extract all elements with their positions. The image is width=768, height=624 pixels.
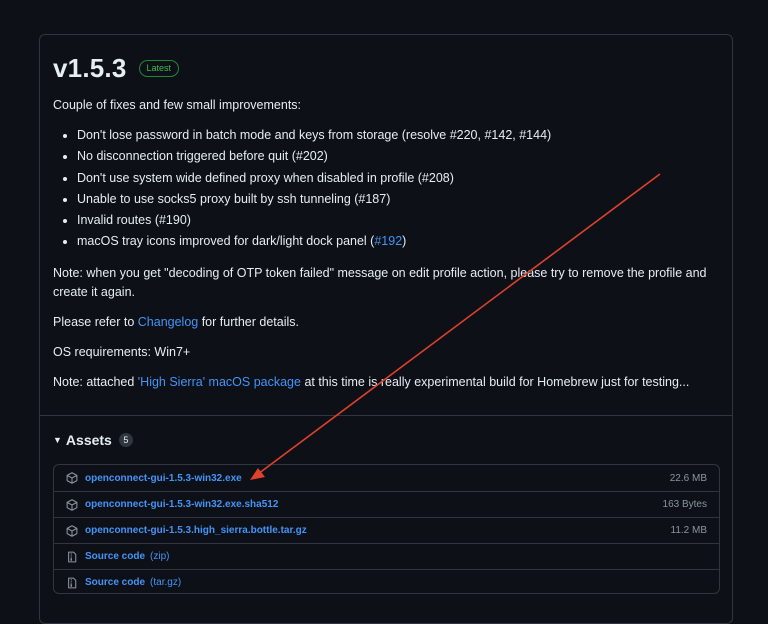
assets-count: 5 — [118, 433, 133, 447]
asset-size: 11.2 MB — [670, 525, 708, 536]
asset-row: Source code (zip) — [54, 543, 719, 569]
change-item: No disconnection triggered before quit (… — [53, 146, 713, 167]
release-card: v1.5.3 Latest Couple of fixes and few sm… — [39, 34, 733, 624]
release-intro: Couple of fixes and few small improvemen… — [53, 98, 302, 112]
asset-row: openconnect-gui-1.5.3-win32.exe 22.6 MB — [54, 465, 719, 491]
latest-badge: Latest — [138, 60, 180, 77]
change-list: Don't lose password in batch mode and ke… — [53, 125, 713, 253]
change-item: Don't use system wide defined proxy when… — [53, 168, 713, 189]
change-item: macOS tray icons improved for dark/light… — [53, 231, 713, 252]
otp-note: Note: when you get "decoding of OTP toke… — [53, 266, 707, 299]
asset-size: 22.6 MB — [669, 472, 707, 484]
release-version[interactable]: v1.5.3 — [53, 53, 127, 84]
asset-link[interactable]: openconnect-gui-1.5.3.high_sierra.bottle… — [85, 525, 307, 536]
high-sierra-note: Note: attached 'High Sierra' macOS packa… — [53, 375, 690, 389]
high-sierra-link[interactable]: 'High Sierra' macOS package — [138, 375, 301, 389]
package-icon — [66, 524, 78, 537]
package-icon — [66, 472, 78, 484]
asset-link[interactable]: openconnect-gui-1.5.3-win32.exe.sha512 — [85, 499, 278, 510]
zip-icon — [66, 551, 78, 563]
assets-toggle[interactable]: ▼ Assets 5 — [53, 432, 133, 448]
os-requirements: OS requirements: Win7+ — [53, 345, 191, 359]
changelog-note: Please refer to Changelog for further de… — [53, 315, 299, 329]
release-header: v1.5.3 Latest — [53, 53, 180, 84]
package-icon — [66, 498, 78, 511]
change-item: Unable to use socks5 proxy built by ssh … — [53, 189, 713, 210]
bullet — [63, 155, 67, 160]
triangle-down-icon: ▼ — [53, 435, 62, 445]
change-item: Invalid routes (#190) — [53, 210, 713, 231]
bullet — [63, 219, 67, 224]
change-item: Don't lose password in batch mode and ke… — [53, 125, 713, 146]
source-code-targz-link[interactable]: Source code — [85, 577, 145, 588]
asset-ext: (tar.gz) — [150, 577, 182, 588]
bullet — [63, 240, 67, 245]
zip-icon — [66, 577, 78, 589]
asset-row: Source code (tar.gz) — [54, 569, 719, 595]
asset-link[interactable]: openconnect-gui-1.5.3-win32.exe — [85, 473, 242, 484]
assets-list: openconnect-gui-1.5.3-win32.exe 22.6 MB … — [53, 464, 720, 594]
asset-row: openconnect-gui-1.5.3-win32.exe.sha512 1… — [54, 491, 719, 517]
divider — [40, 415, 732, 416]
source-code-zip-link[interactable]: Source code — [85, 551, 145, 562]
asset-size: 163 Bytes — [662, 499, 707, 510]
changelog-link[interactable]: Changelog — [138, 315, 198, 329]
bullet — [63, 176, 67, 181]
issue-link-192[interactable]: #192 — [374, 234, 402, 248]
bullet — [63, 134, 67, 138]
asset-row: openconnect-gui-1.5.3.high_sierra.bottle… — [54, 517, 719, 543]
assets-title: Assets — [65, 432, 112, 448]
bullet — [63, 197, 67, 202]
asset-ext: (zip) — [150, 551, 170, 562]
